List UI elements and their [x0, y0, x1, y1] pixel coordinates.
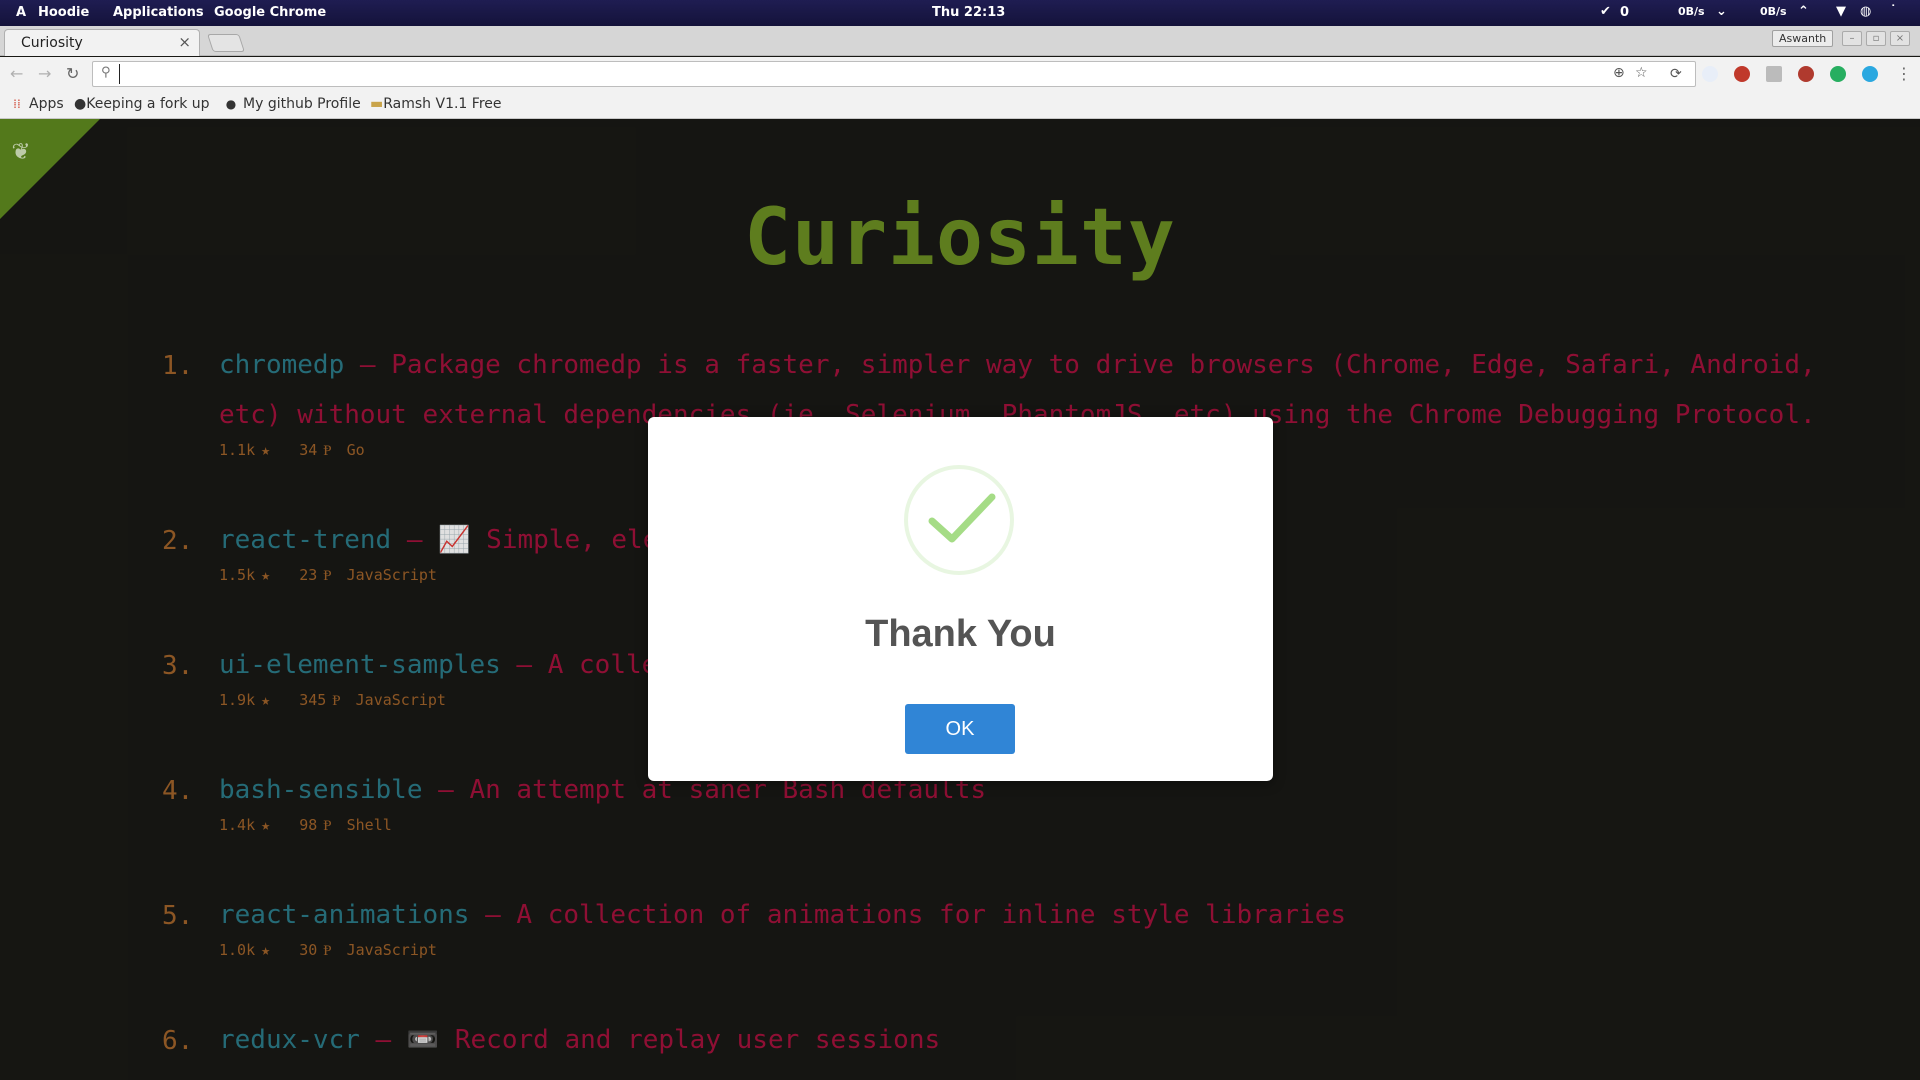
extension-icon[interactable]	[1798, 66, 1814, 82]
bookmark-label: Keeping a fork up	[86, 96, 210, 112]
extension-icon[interactable]: ⟳	[1670, 66, 1686, 82]
chevron-down-icon: ⌄	[1716, 4, 1727, 19]
tab-title: Curiosity	[21, 35, 83, 51]
activities-button[interactable]: A	[16, 5, 26, 20]
extension-icon[interactable]	[1766, 66, 1782, 82]
wifi-icon[interactable]: ▼	[1836, 4, 1846, 19]
power-menu-icon[interactable]: ˙	[1890, 4, 1897, 19]
net-download-rate: 0B/s	[1678, 5, 1705, 18]
back-icon[interactable]: ←	[10, 64, 23, 83]
checkmark-icon	[928, 493, 996, 543]
address-bar[interactable]: ⚲ ⊕ ☆	[92, 61, 1696, 87]
window-close-icon[interactable]: ×	[1890, 31, 1910, 46]
success-dialog: Thank You OK	[648, 417, 1273, 781]
github-icon: ●	[74, 96, 87, 112]
browser-toolbar: ← → ↻ ⚲ ⊕ ☆ ⟳ ⋮	[0, 57, 1920, 91]
zoom-icon[interactable]: ⊕	[1613, 65, 1625, 81]
star-icon[interactable]: ☆	[1635, 65, 1648, 81]
menu-icon[interactable]: ⋮	[1896, 64, 1912, 83]
tab-curiosity[interactable]: Curiosity ×	[4, 29, 200, 56]
bookmark-label: Apps	[29, 96, 64, 112]
bookmark-label: Ramsh V1.1 Free	[383, 96, 502, 112]
bookmarks-bar: ⁞⁞ Apps ●Keeping a fork up ● My github Pro…	[0, 91, 1920, 119]
extension-icon[interactable]	[1734, 66, 1750, 82]
bookmark-github-profile[interactable]: ● My github Profile	[224, 96, 361, 112]
applications-menu[interactable]: Applications	[113, 5, 204, 20]
maximize-icon[interactable]: ▫	[1866, 31, 1886, 46]
check-icon: ✔	[1600, 4, 1611, 19]
github-icon: ●	[225, 97, 237, 111]
user-menu[interactable]: Hoodie	[38, 5, 89, 20]
folder-icon: ▬	[370, 96, 384, 112]
bookmark-apps[interactable]: ⁞⁞ Apps	[10, 96, 64, 112]
chevron-up-icon: ⌃	[1798, 4, 1809, 19]
apps-grid-icon: ⁞⁞	[13, 97, 21, 111]
close-icon[interactable]: ×	[178, 33, 191, 51]
new-tab-button[interactable]	[207, 34, 245, 52]
extension-icon[interactable]	[1862, 66, 1878, 82]
tab-strip: Curiosity × Aswanth – ▫ ×	[0, 26, 1920, 56]
volume-icon[interactable]: ◍	[1860, 4, 1871, 19]
bookmark-ramsh[interactable]: ▬Ramsh V1.1 Free	[370, 96, 506, 112]
profile-button[interactable]: Aswanth	[1772, 30, 1834, 47]
search-icon: ⚲	[101, 65, 111, 80]
current-app-menu[interactable]: Google Chrome	[214, 5, 326, 20]
page-content: ❦ Curiosity 1. chromedp – Package chrome…	[0, 119, 1920, 1080]
updates-count[interactable]: 0	[1620, 5, 1629, 20]
system-top-bar: A Hoodie Applications Google Chrome Thu …	[0, 0, 1920, 26]
clock[interactable]: Thu 22:13	[932, 5, 1005, 20]
reload-icon[interactable]: ↻	[66, 64, 79, 83]
minimize-icon[interactable]: –	[1842, 31, 1862, 46]
bookmark-label: My github Profile	[243, 96, 361, 112]
dialog-title: Thank You	[865, 613, 1056, 655]
extension-icon[interactable]	[1830, 66, 1846, 82]
ok-button[interactable]: OK	[905, 704, 1015, 754]
extension-icon[interactable]	[1702, 66, 1718, 82]
forward-icon[interactable]: →	[38, 64, 51, 83]
address-input[interactable]	[119, 64, 1619, 84]
net-upload-rate: 0B/s	[1760, 5, 1787, 18]
bookmark-keeping-fork[interactable]: ●Keeping a fork up	[74, 96, 210, 112]
